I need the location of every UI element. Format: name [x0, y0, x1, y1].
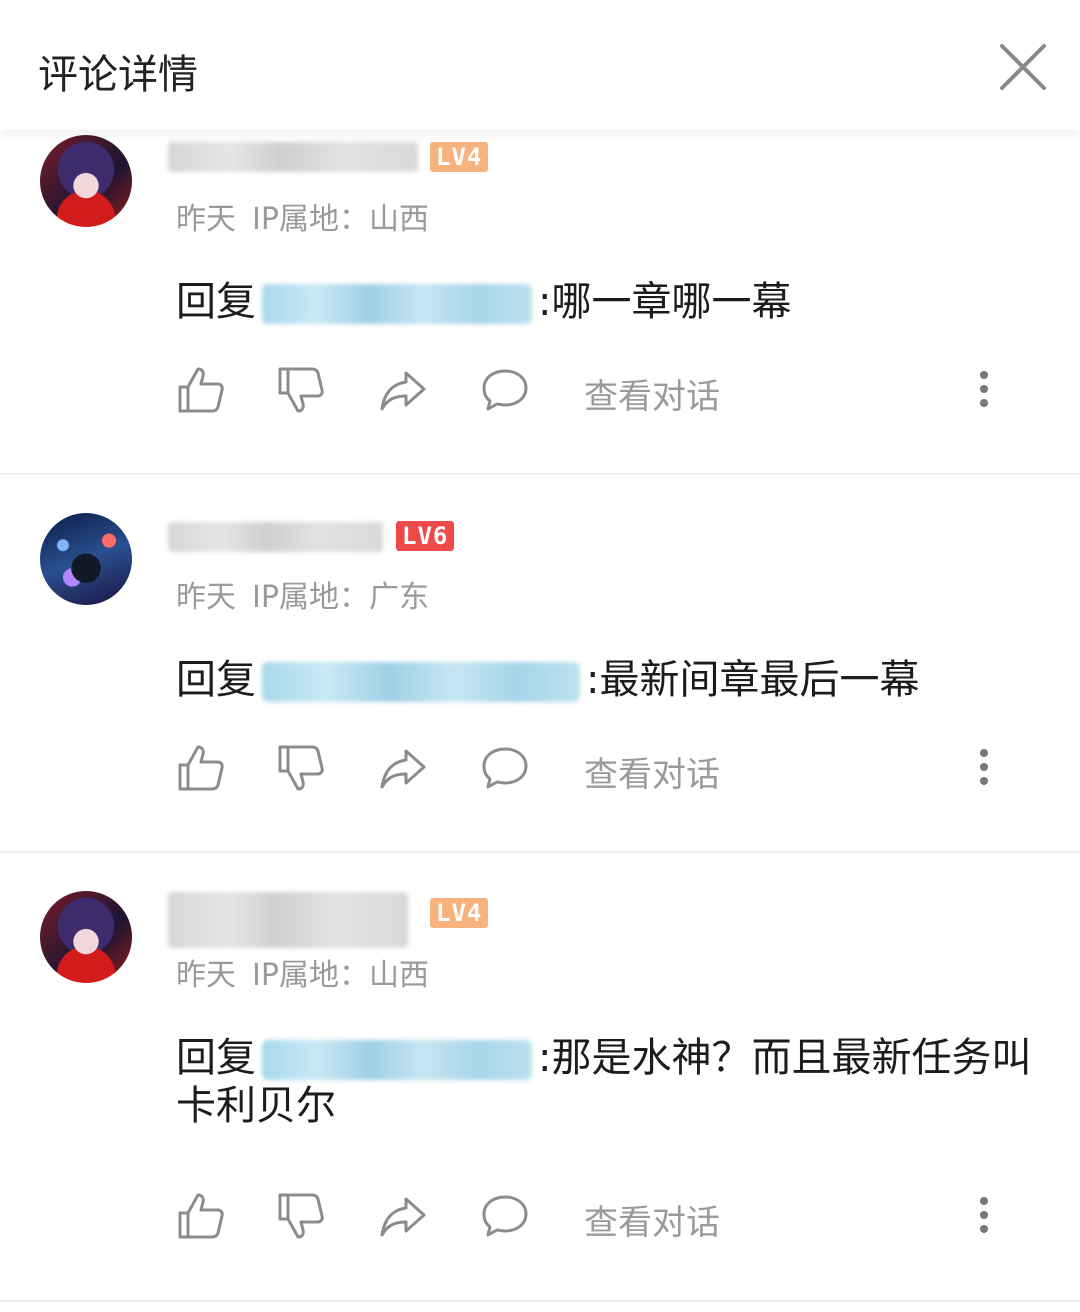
- comment-actions: 查看对话: [176, 365, 1016, 418]
- ip-location: IP属地：广东: [252, 580, 429, 615]
- page-title: 评论详情: [38, 52, 198, 98]
- comment-time: 昨天: [176, 580, 236, 615]
- username-redacted[interactable]: [168, 522, 383, 552]
- ip-location: IP属地：山西: [252, 958, 429, 993]
- reply-body: :哪一章哪一幕: [538, 279, 792, 325]
- view-conversation-link[interactable]: 查看对话: [584, 747, 720, 796]
- comment-text: 回复 :哪一章哪一幕: [176, 278, 1036, 326]
- comment-actions: 查看对话: [176, 1191, 1016, 1244]
- reply-prefix: 回复: [176, 279, 256, 325]
- comment-text: 回复:那是水神？而且最新任务叫卡利贝尔: [176, 1034, 1036, 1130]
- more-icon[interactable]: [972, 743, 996, 793]
- dislike-icon[interactable]: [276, 365, 326, 415]
- comment-meta: 昨天 IP属地：广东: [176, 572, 445, 616]
- dislike-icon[interactable]: [276, 1191, 326, 1241]
- level-badge: LV6: [396, 521, 455, 551]
- share-icon[interactable]: [378, 1191, 428, 1241]
- comment-icon[interactable]: [480, 1191, 530, 1241]
- ip-location: IP属地：山西: [252, 202, 429, 237]
- comment-text: 回复 :最新间章最后一幕: [176, 656, 1036, 704]
- avatar[interactable]: [40, 891, 132, 983]
- dislike-icon[interactable]: [276, 743, 326, 793]
- share-icon[interactable]: [378, 365, 428, 415]
- comment-meta: 昨天 IP属地：山西: [176, 950, 445, 994]
- username-redacted[interactable]: [168, 142, 418, 172]
- header: 评论详情: [0, 0, 1080, 130]
- reply-body: :最新间章最后一幕: [586, 657, 920, 703]
- level-badge: LV4: [430, 142, 489, 172]
- divider: [0, 473, 1080, 475]
- view-conversation-link[interactable]: 查看对话: [584, 369, 720, 418]
- like-icon[interactable]: [176, 743, 226, 793]
- comment-actions: 查看对话: [176, 743, 1016, 796]
- mention-redacted[interactable]: [262, 284, 532, 324]
- like-icon[interactable]: [176, 365, 226, 415]
- divider: [0, 851, 1080, 853]
- divider: [0, 1300, 1080, 1302]
- more-icon[interactable]: [972, 365, 996, 415]
- reply-prefix: 回复: [176, 657, 256, 703]
- comment-time: 昨天: [176, 958, 236, 993]
- mention-redacted[interactable]: [262, 1040, 532, 1080]
- comment-time: 昨天: [176, 202, 236, 237]
- comment-icon[interactable]: [480, 743, 530, 793]
- level-badge: LV4: [430, 898, 489, 928]
- comment-meta: 昨天 IP属地：山西: [176, 194, 445, 238]
- share-icon[interactable]: [378, 743, 428, 793]
- reply-prefix: 回复: [176, 1035, 256, 1081]
- like-icon[interactable]: [176, 1191, 226, 1241]
- comment-icon[interactable]: [480, 365, 530, 415]
- avatar[interactable]: [40, 135, 132, 227]
- close-icon[interactable]: [996, 40, 1050, 94]
- avatar[interactable]: [40, 513, 132, 605]
- username-redacted[interactable]: [168, 892, 408, 948]
- view-conversation-link[interactable]: 查看对话: [584, 1195, 720, 1244]
- mention-redacted[interactable]: [262, 662, 580, 702]
- more-icon[interactable]: [972, 1191, 996, 1241]
